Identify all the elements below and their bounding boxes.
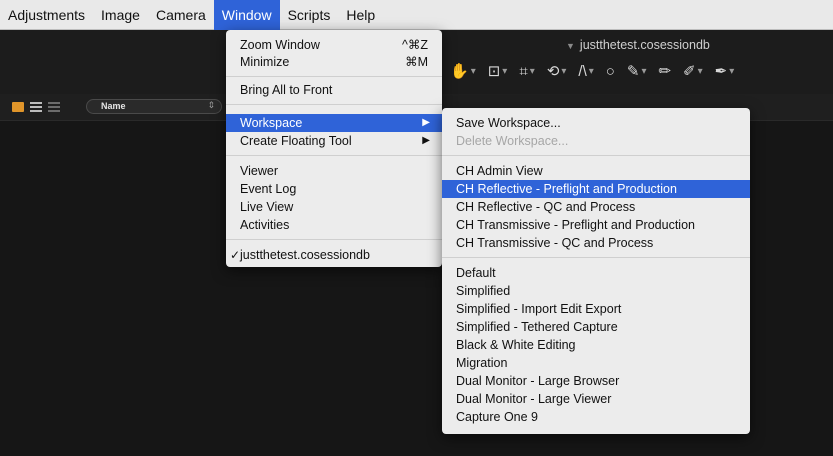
menu-item-ch-transmissive-preflight[interactable]: CH Transmissive - Preflight and Producti…: [442, 216, 750, 234]
spot-tool-icon[interactable]: ○: [603, 63, 618, 80]
stepper-icon: ⇕: [207, 100, 215, 110]
menu-item-session[interactable]: ✓ justthetest.cosessiondb: [226, 246, 442, 264]
menu-separator: [226, 239, 442, 240]
menu-item-ch-admin-view[interactable]: CH Admin View: [442, 162, 750, 180]
menu-item-ch-transmissive-qc[interactable]: CH Transmissive - QC and Process: [442, 234, 750, 252]
menu-item-default[interactable]: Default: [442, 264, 750, 282]
menu-camera[interactable]: Camera: [148, 0, 214, 30]
menu-adjustments[interactable]: Adjustments: [0, 0, 93, 30]
brush-tool-icon[interactable]: ✏: [655, 62, 674, 80]
menu-item-label: CH Transmissive - Preflight and Producti…: [456, 218, 695, 232]
document-title[interactable]: ▼ justthetest.cosessiondb: [566, 38, 710, 52]
menu-separator: [226, 76, 442, 77]
menu-item-label: Zoom Window: [240, 38, 320, 52]
detail-view-icon[interactable]: [48, 102, 60, 112]
menu-item-label: Dual Monitor - Large Viewer: [456, 392, 612, 406]
menu-item-label: Event Log: [240, 182, 297, 196]
cursor-tools: ✋ ▾ ⊡ ▾ ⌗ ▾ ⟲ ▾ /\ ▾ ○ ✎ ▾ ✏ ✐ ▾ ✒ ▾: [447, 60, 737, 82]
menu-item-dual-monitor-large-viewer[interactable]: Dual Monitor - Large Viewer: [442, 390, 750, 408]
menu-item-label: CH Transmissive - QC and Process: [456, 236, 654, 250]
menu-item-simplified[interactable]: Simplified: [442, 282, 750, 300]
menu-item-activities[interactable]: Activities: [226, 216, 442, 234]
menu-item-ch-reflective-qc[interactable]: CH Reflective - QC and Process: [442, 198, 750, 216]
menu-item-bring-all-to-front[interactable]: Bring All to Front: [226, 81, 442, 99]
menu-item-minimize[interactable]: Minimize ⌘M: [226, 53, 442, 71]
menu-item-label: Simplified - Import Edit Export: [456, 302, 622, 316]
menu-item-zoom-window[interactable]: Zoom Window ^⌘Z: [226, 36, 442, 54]
annotate-tool-icon[interactable]: ✒ ▾: [712, 62, 738, 80]
checkmark-icon: ✓: [230, 248, 241, 262]
menu-item-label: Bring All to Front: [240, 83, 333, 97]
shortcut-label: ⌘M: [405, 55, 428, 69]
menu-item-label: Black & White Editing: [456, 338, 576, 352]
menu-scripts[interactable]: Scripts: [280, 0, 339, 30]
crop-tool-icon[interactable]: ⌗ ▾: [516, 63, 537, 80]
document-title-label: justthetest.cosessiondb: [579, 38, 710, 52]
menu-image[interactable]: Image: [93, 0, 148, 30]
menu-item-label: Simplified - Tethered Capture: [456, 320, 618, 334]
menu-item-label: Workspace: [240, 116, 303, 130]
menu-item-label: Minimize: [240, 55, 290, 69]
menu-item-label: Save Workspace...: [456, 116, 561, 130]
menu-item-label: Dual Monitor - Large Browser: [456, 374, 620, 388]
menu-item-simplified-import-edit-export[interactable]: Simplified - Import Edit Export: [442, 300, 750, 318]
list-view-icon[interactable]: [30, 102, 42, 112]
menu-item-label: Activities: [240, 218, 290, 232]
menu-item-label: justthetest.cosessiondb: [240, 248, 370, 262]
picker-tool-icon[interactable]: ✎ ▾: [624, 62, 650, 80]
menu-item-label: Default: [456, 266, 496, 280]
menu-item-label: CH Reflective - QC and Process: [456, 200, 636, 214]
pan-tool-icon[interactable]: ✋ ▾: [447, 62, 479, 80]
grid-view-icon[interactable]: [12, 102, 24, 112]
menu-item-label: Capture One 9: [456, 410, 538, 424]
menu-item-create-floating-tool[interactable]: Create Floating Tool ▶: [226, 132, 442, 150]
menu-item-label: CH Reflective - Preflight and Production: [456, 182, 677, 196]
menu-item-workspace[interactable]: Workspace ▶: [226, 114, 442, 132]
menu-item-label: CH Admin View: [456, 164, 543, 178]
menu-separator: [226, 104, 442, 105]
menu-item-label: Viewer: [240, 164, 278, 178]
menu-window[interactable]: Window: [213, 0, 280, 30]
menu-item-viewer[interactable]: Viewer: [226, 162, 442, 180]
eraser-tool-icon[interactable]: ✐ ▾: [680, 62, 706, 80]
menu-help[interactable]: Help: [338, 0, 383, 30]
menu-bar: Adjustments Image Camera Window Scripts …: [0, 0, 833, 30]
sort-by-select[interactable]: Name ⇕: [86, 99, 222, 114]
submenu-arrow-icon: ▶: [422, 117, 430, 128]
menu-item-label: Delete Workspace...: [456, 134, 569, 148]
menu-item-simplified-tethered-capture[interactable]: Simplified - Tethered Capture: [442, 318, 750, 336]
chevron-down-icon: ▼: [566, 41, 575, 51]
menu-item-delete-workspace: Delete Workspace...: [442, 132, 750, 150]
submenu-arrow-icon: ▶: [422, 135, 430, 146]
menu-item-dual-monitor-large-browser[interactable]: Dual Monitor - Large Browser: [442, 372, 750, 390]
window-menu: Zoom Window ^⌘Z Minimize ⌘M Bring All to…: [226, 30, 442, 267]
menu-separator: [226, 155, 442, 156]
menu-item-label: Live View: [240, 200, 294, 214]
menu-item-label: Migration: [456, 356, 508, 370]
workspace-submenu: Save Workspace... Delete Workspace... CH…: [442, 108, 750, 434]
menu-separator: [442, 155, 750, 156]
menu-item-ch-reflective-preflight[interactable]: CH Reflective - Preflight and Production: [442, 180, 750, 198]
sort-by-label: Name: [101, 101, 126, 111]
menu-item-label: Create Floating Tool: [240, 134, 352, 148]
menu-separator: [442, 257, 750, 258]
menu-item-save-workspace[interactable]: Save Workspace...: [442, 114, 750, 132]
keystone-tool-icon[interactable]: /\ ▾: [575, 63, 596, 80]
rotate-tool-icon[interactable]: ⟲ ▾: [544, 62, 570, 80]
menu-item-event-log[interactable]: Event Log: [226, 180, 442, 198]
shortcut-label: ^⌘Z: [401, 38, 428, 52]
menu-item-black-white-editing[interactable]: Black & White Editing: [442, 336, 750, 354]
loupe-tool-icon[interactable]: ⊡ ▾: [485, 62, 511, 80]
menu-item-capture-one-9[interactable]: Capture One 9: [442, 408, 750, 426]
menu-item-migration[interactable]: Migration: [442, 354, 750, 372]
menu-item-label: Simplified: [456, 284, 511, 298]
menu-item-live-view[interactable]: Live View: [226, 198, 442, 216]
